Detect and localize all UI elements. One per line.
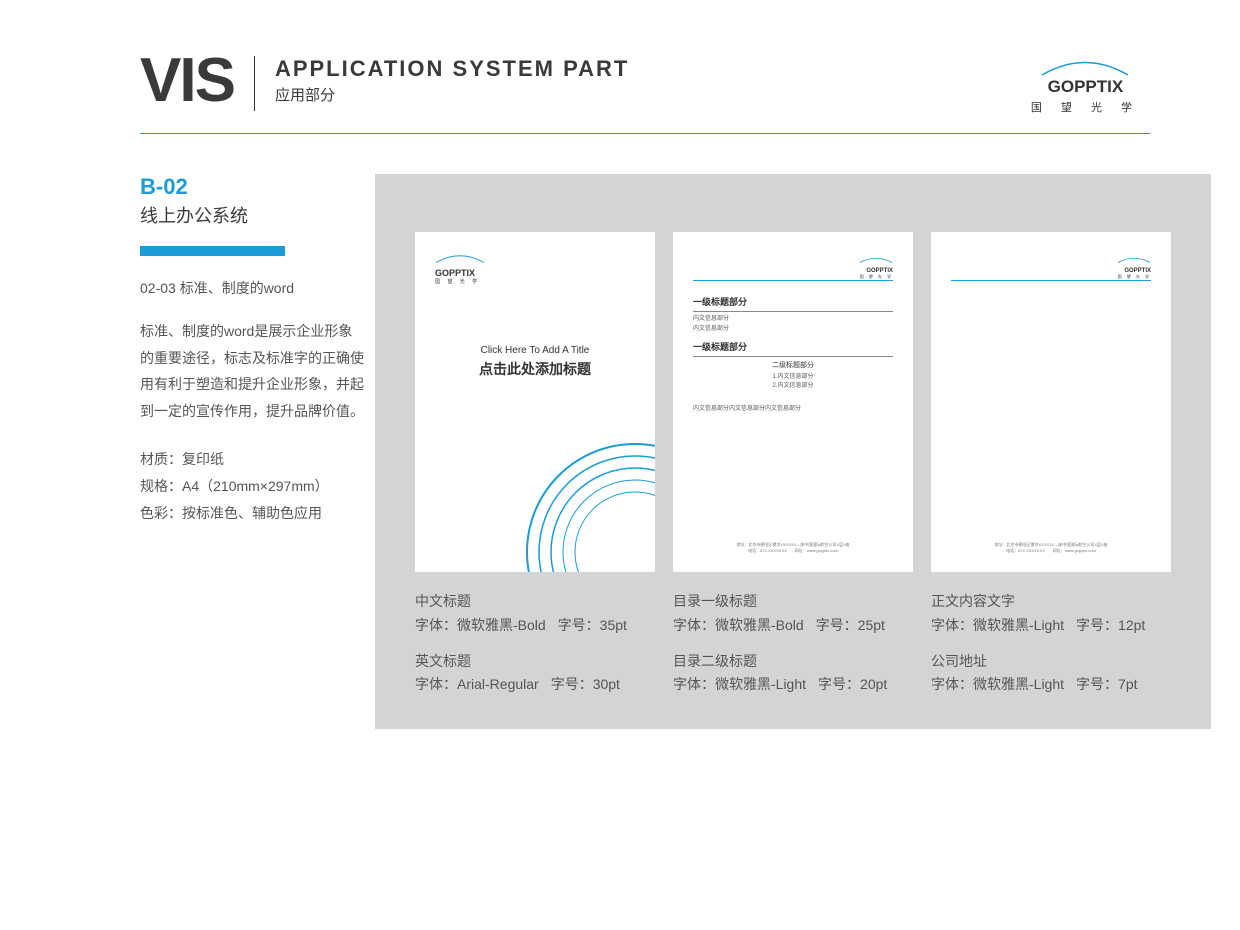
title-english: APPLICATION SYSTEM PART (275, 56, 629, 82)
caption-col: 正文内容文字 字体：微软雅黑-Light 字号：12pt 公司地址 字体：微软雅黑… (931, 590, 1171, 709)
caption-group: 中文标题 字体：微软雅黑-Bold 字号：35pt (415, 590, 655, 638)
caption-font: 字体：微软雅黑-Light (673, 673, 806, 697)
page-header-line (693, 280, 893, 281)
caption-size: 字号：25pt (816, 614, 885, 638)
footer-contact: 电话：872-XXXXXXX 网址：www.gopptix.com (693, 548, 893, 554)
accent-bar (140, 246, 285, 256)
content: B-02 线上办公系统 02-03 标准、制度的word 标准、制度的word是… (0, 134, 1240, 729)
sidebar: B-02 线上办公系统 02-03 标准、制度的word 标准、制度的word是… (140, 174, 365, 729)
caption-group: 英文标题 字体：Arial-Regular 字号：30pt (415, 650, 655, 698)
logo-arc-icon (435, 254, 485, 263)
description: 标准、制度的word是展示企业形象的重要途径，标志及标准字的正确使用有利于塑造和… (140, 318, 365, 424)
toc-content: 一级标题部分 内文信息部分 内文信息部分 一级标题部分 二级标题部分 1.内文信… (693, 295, 893, 412)
caption-font: 字体：微软雅黑-Bold (673, 614, 804, 638)
caption-title: 公司地址 (931, 650, 1171, 674)
page-logo-text: GOPPTIX (435, 268, 635, 278)
toc-text: 内文信息部分 (693, 325, 893, 335)
caption-col: 目录一级标题 字体：微软雅黑-Bold 字号：25pt 目录二级标题 字体：微软雅… (673, 590, 913, 709)
caption-title: 目录二级标题 (673, 650, 913, 674)
logo-text: GOPPTIX (1031, 77, 1140, 97)
decorative-arcs-icon (505, 422, 655, 572)
toc-h1: 一级标题部分 (693, 295, 893, 312)
page-footer: 地址：北京市朝阳区望京XXXXXX—座中国国际航空公司X层X座 电话：872-X… (951, 542, 1151, 554)
caption-col: 中文标题 字体：微软雅黑-Bold 字号：35pt 英文标题 字体：Arial-R… (415, 590, 655, 709)
cover-title-cn: 点击此处添加标题 (435, 359, 635, 379)
vis-mark: VIS (140, 50, 234, 112)
toc-body: 内文信息部分内文信息部分内文信息部分 (693, 403, 893, 412)
cover-title-block: Click Here To Add A Title 点击此处添加标题 (435, 345, 635, 379)
page-footer: 地址：北京市朝阳区望京XXXXXX—座中国国际航空公司X层X座 电话：872-X… (693, 542, 893, 554)
caption-font: 字体：微软雅黑-Light (931, 614, 1064, 638)
page-logo-sub: 国 望 光 学 (435, 278, 635, 285)
spec-format: 规格：A4（210mm×297mm） (140, 473, 365, 500)
toc-item: 2.内文信息部分 (693, 382, 893, 391)
section-name: 线上办公系统 (140, 202, 365, 228)
caption-font: 字体：微软雅黑-Light (931, 673, 1064, 697)
page-logo-small: GOPPTIX 国 望 光 学 (1117, 250, 1151, 280)
vertical-divider (254, 56, 255, 111)
spec-material: 材质：复印纸 (140, 446, 365, 473)
logo-arc-icon (859, 257, 893, 263)
spec-color: 色彩：按标准色、辅助色应用 (140, 500, 365, 527)
caption-title: 目录一级标题 (673, 590, 913, 614)
preview-area: GOPPTIX 国 望 光 学 Click Here To Add A Titl… (375, 174, 1211, 729)
caption-font: 字体：Arial-Regular (415, 673, 539, 697)
title-block: APPLICATION SYSTEM PART 应用部分 (275, 56, 629, 105)
caption-size: 字号：35pt (558, 614, 627, 638)
caption-size: 字号：7pt (1076, 673, 1137, 697)
caption-size: 字号：20pt (818, 673, 887, 697)
caption-group: 正文内容文字 字体：微软雅黑-Light 字号：12pt (931, 590, 1171, 638)
page-toc: GOPPTIX 国 望 光 学 一级标题部分 内文信息部分 内文信息部分 一级标… (673, 232, 913, 572)
page-header-line (951, 280, 1151, 281)
caption-size: 字号：12pt (1076, 614, 1145, 638)
toc-item: 1.内文信息部分 (693, 373, 893, 382)
caption-group: 公司地址 字体：微软雅黑-Light 字号：7pt (931, 650, 1171, 698)
header-left: VIS APPLICATION SYSTEM PART 应用部分 (140, 50, 629, 112)
page-logo: GOPPTIX 国 望 光 学 (435, 250, 635, 285)
page-cover: GOPPTIX 国 望 光 学 Click Here To Add A Titl… (415, 232, 655, 572)
caption-group: 目录二级标题 字体：微软雅黑-Light 字号：20pt (673, 650, 913, 698)
caption-title: 英文标题 (415, 650, 655, 674)
page-logo-small: GOPPTIX 国 望 光 学 (859, 250, 893, 280)
logo-arc-icon (1040, 60, 1130, 76)
page-body: GOPPTIX 国 望 光 学 地址：北京市朝阳区望京XXXXXX—座中国国际航… (931, 232, 1171, 572)
toc-text: 内文信息部分 (693, 315, 893, 325)
pages-row: GOPPTIX 国 望 光 学 Click Here To Add A Titl… (415, 232, 1171, 572)
logo-subtitle: 国 望 光 学 (1031, 99, 1140, 115)
cover-title-en: Click Here To Add A Title (435, 345, 635, 356)
brand-logo: GOPPTIX 国 望 光 学 (1031, 60, 1140, 115)
spec-title: 02-03 标准、制度的word (140, 278, 365, 298)
header: VIS APPLICATION SYSTEM PART 应用部分 GOPPTIX… (0, 0, 1240, 115)
caption-title: 中文标题 (415, 590, 655, 614)
caption-title: 正文内容文字 (931, 590, 1171, 614)
page-logo-sub: 国 望 光 学 (859, 274, 893, 280)
logo-arc-icon (1117, 257, 1151, 263)
caption-group: 目录一级标题 字体：微软雅黑-Bold 字号：25pt (673, 590, 913, 638)
toc-h2: 二级标题部分 (693, 360, 893, 370)
specs: 材质：复印纸 规格：A4（210mm×297mm） 色彩：按标准色、辅助色应用 (140, 446, 365, 526)
page-logo-sub: 国 望 光 学 (1117, 274, 1151, 280)
caption-font: 字体：微软雅黑-Bold (415, 614, 546, 638)
footer-contact: 电话：872-XXXXXXX 网址：www.gopptix.com (951, 548, 1151, 554)
toc-h1: 一级标题部分 (693, 340, 893, 357)
section-code: B-02 (140, 174, 365, 200)
caption-size: 字号：30pt (551, 673, 620, 697)
captions-row: 中文标题 字体：微软雅黑-Bold 字号：35pt 英文标题 字体：Arial-R… (415, 590, 1171, 709)
title-chinese: 应用部分 (275, 84, 629, 105)
